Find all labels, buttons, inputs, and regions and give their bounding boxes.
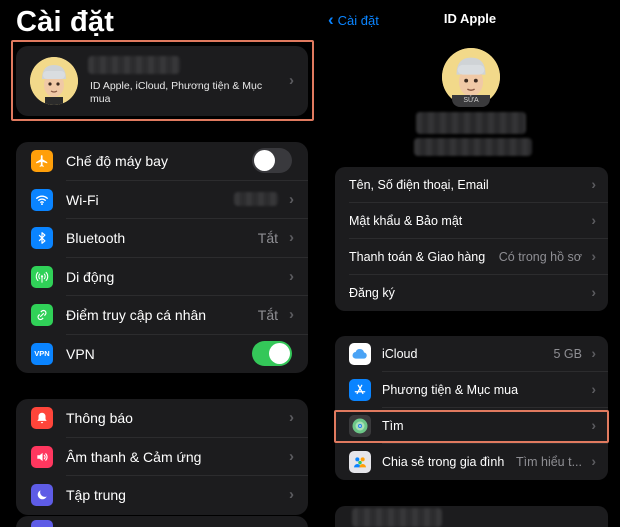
row-payment-shipping[interactable]: Thanh toán & Giao hàng Có trong hồ sơ › — [335, 239, 608, 275]
row-label: Tên, Số điện thoại, Email — [349, 178, 489, 192]
row-label: Di động — [66, 268, 115, 285]
row-label: Đăng ký — [349, 286, 395, 300]
row-label: Chế độ máy bay — [66, 153, 168, 169]
chevron-right-icon: › — [289, 72, 294, 89]
row-focus[interactable]: Tập trung › — [16, 476, 308, 515]
chevron-right-icon: › — [289, 267, 294, 285]
row-value: Tắt — [257, 307, 278, 323]
family-icon — [349, 451, 371, 473]
chevron-right-icon: › — [289, 447, 294, 465]
row-label: Thanh toán & Giao hàng — [349, 250, 486, 264]
row-label: Phương tiện & Mục mua — [382, 383, 519, 397]
row-icloud[interactable]: iCloud 5 GB › — [335, 336, 608, 372]
services-group: iCloud 5 GB › Phương tiện & Mục mua › Tì… — [335, 336, 608, 480]
row-media-purchases[interactable]: Phương tiện & Mục mua › — [335, 372, 608, 408]
row-subscriptions[interactable]: Đăng ký › — [335, 275, 608, 311]
row-cellular[interactable]: Di động › — [16, 258, 308, 296]
next-group-partial — [16, 516, 308, 527]
chevron-right-icon: › — [289, 486, 294, 503]
row-label: Âm thanh & Cảm ứng — [66, 448, 202, 465]
chevron-right-icon: › — [591, 345, 596, 361]
row-password-security[interactable]: Mật khẩu & Bảo mật › — [335, 203, 608, 239]
page-title: Cài đặt — [16, 6, 115, 38]
row-label: Tập trung — [66, 487, 126, 503]
row-label: Điểm truy cập cá nhân — [66, 307, 207, 323]
row-bluetooth[interactable]: Bluetooth Tắt › — [16, 219, 308, 258]
airplane-toggle[interactable] — [252, 148, 292, 173]
settings-pane: Cài đặt ID Apple, iCloud, Phương tiện & … — [0, 0, 320, 527]
bell-icon — [31, 407, 53, 429]
apple-id-profile-card[interactable]: ID Apple, iCloud, Phương tiện & Mục mua … — [16, 46, 308, 116]
wifi-icon — [31, 188, 53, 211]
chevron-right-icon: › — [591, 212, 596, 228]
row-wifi[interactable]: Wi-Fi › — [16, 181, 308, 219]
row-label: Thông báo — [66, 410, 133, 426]
row-label: Chia sẻ trong gia đình — [382, 455, 505, 469]
row-name-phone-email[interactable]: Tên, Số điện thoại, Email › — [335, 167, 608, 203]
row-sounds-haptics[interactable]: Âm thanh & Cảm ứng › — [16, 438, 308, 476]
row-label: iCloud — [382, 347, 418, 361]
row-value: Tắt — [257, 230, 278, 246]
wifi-network-redacted — [234, 191, 278, 206]
screen-time-icon — [31, 520, 53, 527]
nav-title: ID Apple — [443, 11, 497, 26]
airplane-icon — [31, 150, 53, 172]
account-email-redacted — [414, 138, 532, 156]
account-name-redacted — [88, 56, 180, 74]
profile-subtitle: ID Apple, iCloud, Phương tiện & Mục mua — [90, 80, 263, 105]
row-find-my[interactable]: Tìm › — [335, 408, 608, 444]
edit-photo-label[interactable]: SỬA — [452, 95, 490, 107]
cloud-icon — [349, 343, 371, 365]
chevron-right-icon: › — [591, 381, 596, 397]
row-label: Wi-Fi — [66, 191, 99, 208]
notifications-group: Thông báo › Âm thanh & Cảm ứng › Tập tru… — [16, 399, 308, 515]
device-name-redacted — [352, 508, 442, 527]
row-vpn[interactable]: VPN VPN — [16, 335, 308, 374]
avatar — [30, 57, 78, 105]
row-airplane-mode[interactable]: Chế độ máy bay — [16, 142, 308, 181]
app-store-icon — [349, 379, 371, 401]
row-value: Tìm hiểu t... — [516, 455, 582, 469]
row-value: 5 GB — [553, 347, 583, 361]
row-personal-hotspot[interactable]: Điểm truy cập cá nhân Tắt › — [16, 296, 308, 335]
row-label: Tìm — [382, 419, 404, 433]
chevron-right-icon: › — [289, 306, 294, 323]
moon-icon — [31, 484, 53, 506]
row-label: Bluetooth — [66, 230, 126, 246]
chevron-right-icon: › — [591, 417, 596, 433]
bluetooth-icon — [31, 227, 53, 249]
chevron-right-icon: › — [289, 190, 294, 208]
row-label: Mật khẩu & Bảo mật — [349, 214, 463, 228]
row-notifications[interactable]: Thông báo › — [16, 399, 308, 438]
chevron-right-icon: › — [591, 453, 596, 469]
row-value: Có trong hồ sơ — [498, 250, 582, 264]
row-family-sharing[interactable]: Chia sẻ trong gia đình Tìm hiểu t... › — [335, 444, 608, 480]
hotspot-icon — [31, 304, 53, 326]
account-name-redacted — [416, 112, 526, 134]
speaker-icon — [31, 445, 53, 468]
vpn-icon: VPN — [31, 342, 53, 365]
chevron-right-icon: › — [289, 229, 294, 246]
antenna-icon — [31, 265, 53, 288]
row-label: VPN — [66, 345, 95, 362]
chevron-right-icon: › — [591, 284, 596, 300]
chevron-right-icon: › — [289, 409, 294, 426]
account-info-group: Tên, Số điện thoại, Email › Mật khẩu & B… — [335, 167, 608, 311]
connectivity-group: Chế độ máy bay Wi-Fi › Bluetooth Tắt › D… — [16, 142, 308, 373]
chevron-right-icon: › — [591, 176, 596, 192]
apple-id-pane: ‹ Cài đặt ID Apple SỬA Tên, Số điện thoạ… — [320, 0, 620, 527]
chevron-right-icon: › — [591, 248, 596, 264]
vpn-toggle[interactable] — [252, 340, 292, 366]
find-my-icon — [349, 415, 371, 437]
